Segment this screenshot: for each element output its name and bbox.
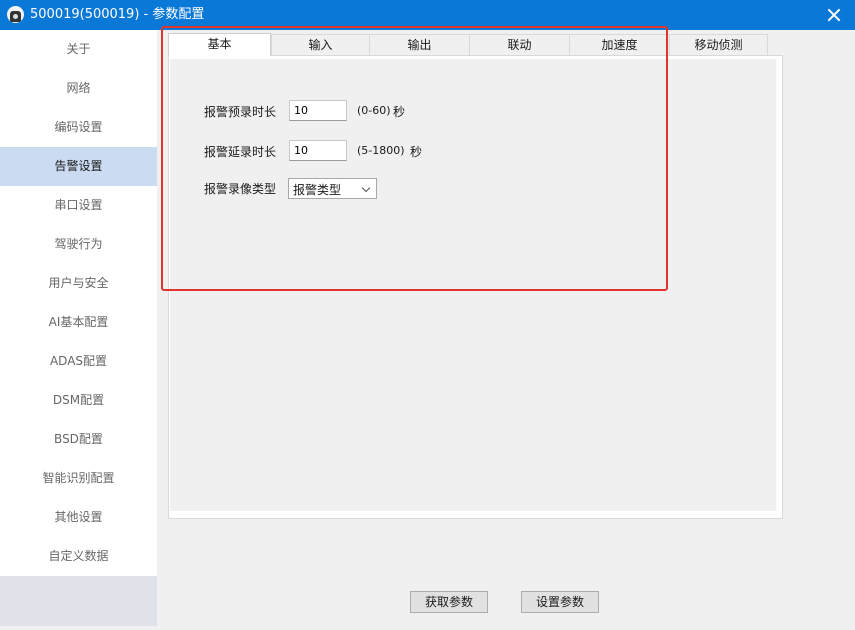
sidebar-item-ai-basic[interactable]: AI基本配置 [0,303,157,342]
pre-record-unit: 秒 [393,105,406,119]
sidebar-item-encoding[interactable]: 编码设置 [0,108,157,147]
record-type-select[interactable]: 报警类型 [288,178,377,199]
close-icon[interactable] [813,0,855,30]
camera-app-icon [7,6,24,23]
pre-record-input[interactable] [289,100,347,121]
tab-motion-detection[interactable]: 移动侦测 [669,34,768,55]
sidebar-item-adas[interactable]: ADAS配置 [0,342,157,381]
record-type-label: 报警录像类型 [204,182,277,196]
post-record-label: 报警延录时长 [204,145,277,159]
tab-acceleration[interactable]: 加速度 [569,34,670,55]
sidebar-item-about[interactable]: 关于 [0,30,157,69]
sidebar-item-serial[interactable]: 串口设置 [0,186,157,225]
sidebar-item-network[interactable]: 网络 [0,69,157,108]
sidebar-item-dsm[interactable]: DSM配置 [0,381,157,420]
tab-input[interactable]: 输入 [271,34,370,55]
set-params-button[interactable]: 设置参数 [521,591,599,613]
tab-linkage[interactable]: 联动 [469,34,570,55]
post-record-unit: 秒 [410,145,423,159]
tab-panel-content [170,59,776,511]
sidebar-list: 关于 网络 编码设置 告警设置 串口设置 驾驶行为 用户与安全 AI基本配置 A… [0,30,157,576]
tab-panel-basic [168,55,783,519]
sidebar-item-alarm[interactable]: 告警设置 [0,147,157,186]
sidebar-item-bsd[interactable]: BSD配置 [0,420,157,459]
tab-output[interactable]: 输出 [369,34,470,55]
get-params-button[interactable]: 获取参数 [410,591,488,613]
pre-record-range: (0-60) [357,104,391,117]
chevron-down-icon [361,183,371,193]
sidebar: 关于 网络 编码设置 告警设置 串口设置 驾驶行为 用户与安全 AI基本配置 A… [0,30,157,626]
title-bar: 500019(500019) - 参数配置 [0,0,855,30]
sidebar-item-custom-data[interactable]: 自定义数据 [0,537,157,576]
tab-basic[interactable]: 基本 [168,33,271,56]
post-record-range: (5-1800) [357,144,405,157]
window-title: 500019(500019) - 参数配置 [30,7,205,22]
pre-record-label: 报警预录时长 [204,105,277,119]
post-record-input[interactable] [289,140,347,161]
sidebar-item-smart-recognition[interactable]: 智能识别配置 [0,459,157,498]
sidebar-item-other[interactable]: 其他设置 [0,498,157,537]
record-type-value: 报警类型 [293,183,342,197]
sidebar-item-driving-behavior[interactable]: 驾驶行为 [0,225,157,264]
sidebar-item-user-security[interactable]: 用户与安全 [0,264,157,303]
